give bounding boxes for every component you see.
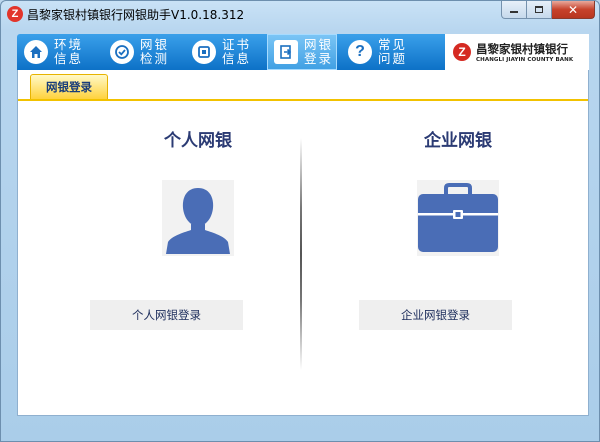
bank-logo: Z 昌黎家银村镇银行 CHANGLI JIAYIN COUNTY BANK <box>445 34 589 70</box>
nav-label: 环境信息 <box>54 37 84 66</box>
bank-name-en: CHANGLI JIAYIN COUNTY BANK <box>476 57 574 63</box>
login-icon <box>274 40 298 64</box>
app-logo-icon: Z <box>7 6 23 22</box>
content-panel: 网银登录 个人网银 个人网银登录 企业网银 企业网银登录 <box>17 70 589 416</box>
nav-label: 网银检测 <box>140 37 170 66</box>
company-title: 企业网银 <box>424 131 492 151</box>
briefcase-icon <box>417 180 499 256</box>
certificate-icon <box>192 40 216 64</box>
nav-label: 常见问题 <box>378 37 408 66</box>
app-window: Z 昌黎家银村镇银行网银助手V1.0.18.312 ✕ 环境信息 网银检测 证书… <box>0 0 600 442</box>
personal-panel: 个人网银 个人网银登录 <box>90 126 298 330</box>
window-controls: ✕ <box>501 1 595 19</box>
home-icon <box>24 40 48 64</box>
question-icon: ? <box>348 40 372 64</box>
person-icon <box>162 180 234 256</box>
nav-label: 证书信息 <box>222 37 252 66</box>
personal-login-button[interactable]: 个人网银登录 <box>90 300 243 330</box>
company-panel: 企业网银 企业网银登录 <box>358 126 558 330</box>
nav-label: 网银登录 <box>304 37 334 66</box>
bank-name-cn: 昌黎家银村镇银行 <box>476 42 568 56</box>
maximize-icon <box>535 6 543 13</box>
bank-logo-text: 昌黎家银村镇银行 CHANGLI JIAYIN COUNTY BANK <box>476 41 573 63</box>
close-icon: ✕ <box>567 2 579 17</box>
shield-check-icon <box>110 40 134 64</box>
main-nav: 环境信息 网银检测 证书信息 网银登录 ? 常见问题 Z 昌黎家银村镇银行 CH… <box>17 34 589 70</box>
title-bar[interactable]: Z 昌黎家银村镇银行网银助手V1.0.18.312 ✕ <box>1 1 600 27</box>
panel-divider <box>300 138 302 370</box>
minimize-button[interactable] <box>501 1 527 19</box>
nav-faq[interactable]: ? 常见问题 <box>341 34 421 70</box>
nav-bank-check[interactable]: 网银检测 <box>103 34 183 70</box>
window-title: 昌黎家银村镇银行网银助手V1.0.18.312 <box>27 8 245 22</box>
close-button[interactable]: ✕ <box>552 1 595 19</box>
tab-bank-login[interactable]: 网银登录 <box>30 74 108 99</box>
company-login-button[interactable]: 企业网银登录 <box>359 300 512 330</box>
nav-cert-info[interactable]: 证书信息 <box>185 34 263 70</box>
tab-strip: 网银登录 <box>18 70 588 101</box>
nav-bank-login[interactable]: 网银登录 <box>267 34 337 70</box>
personal-title: 个人网银 <box>164 131 232 151</box>
maximize-button[interactable] <box>527 1 552 19</box>
minimize-icon <box>510 11 518 13</box>
nav-env-info[interactable]: 环境信息 <box>17 34 95 70</box>
bank-logo-icon: Z <box>453 43 471 61</box>
